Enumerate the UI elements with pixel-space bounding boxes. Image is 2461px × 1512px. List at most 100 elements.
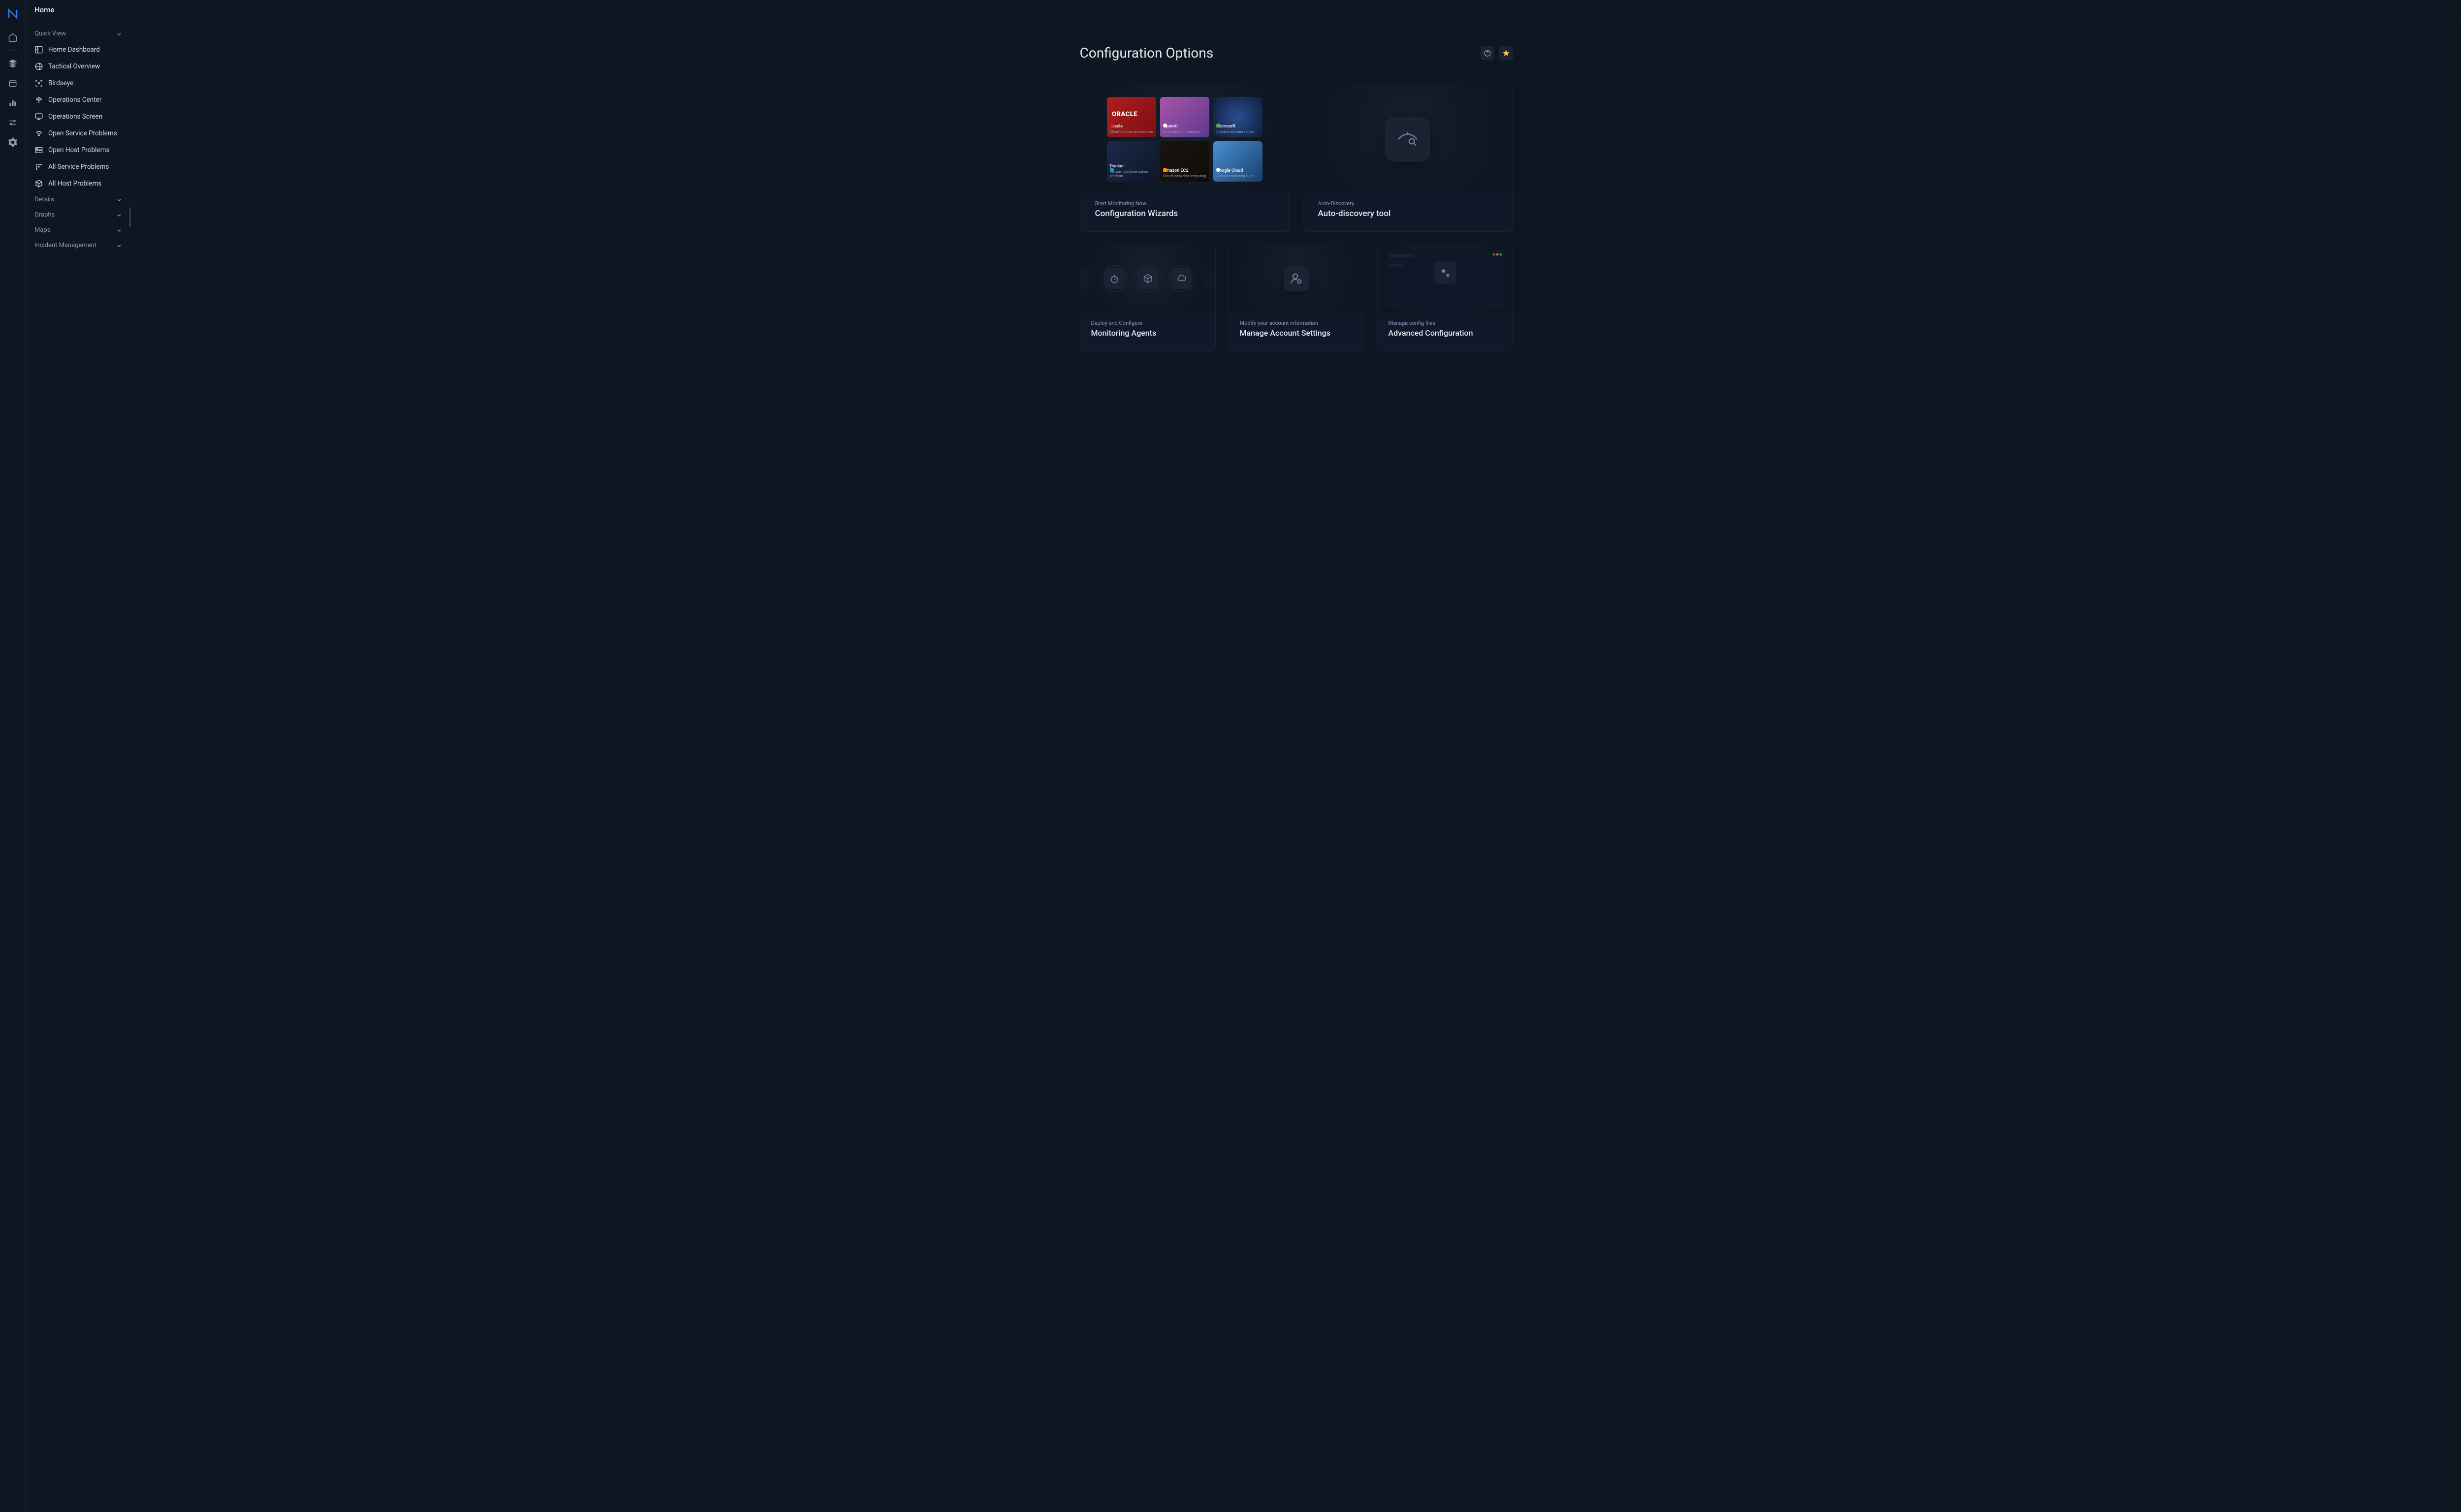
- oracle-logo-text: ORACLE: [1112, 111, 1137, 119]
- card-title: Configuration Wizards: [1080, 209, 1290, 219]
- section-details[interactable]: Details: [30, 192, 127, 207]
- scrollbar-thumb[interactable]: [129, 207, 131, 227]
- grid-dots-icon: [34, 162, 43, 171]
- section-maps[interactable]: Maps: [30, 222, 127, 238]
- sidebar-item-label: Birdseye: [48, 79, 73, 87]
- tile-name: Oracle: [1110, 124, 1153, 130]
- tile-desc: A global software vendor: [1216, 130, 1260, 134]
- card-title: Manage Account Settings: [1229, 328, 1364, 338]
- wizard-tile-docker: DockerAn open containerization platform: [1107, 141, 1156, 182]
- section-label: Graphs: [34, 211, 55, 219]
- chevron-down-icon: [116, 212, 122, 218]
- card-kicker: Deploy and Configure: [1080, 313, 1215, 328]
- sidebar-title: Home: [26, 0, 131, 20]
- card-title: Advanced Configuration: [1378, 328, 1513, 338]
- nav-charts-icon[interactable]: [4, 94, 22, 112]
- wizard-tile-gcloud: Google CloudA cloud computing suite: [1213, 141, 1262, 182]
- sidebar-item-label: Operations Screen: [48, 113, 102, 121]
- server-alert-icon: [34, 146, 43, 155]
- main-area: Configuration Options ORACLE OracleCloud …: [131, 0, 2461, 1512]
- card-title: Monitoring Agents: [1080, 328, 1215, 338]
- sidebar-item-open-service[interactable]: Open Service Problems: [30, 125, 127, 142]
- tile-name: Docker: [1110, 164, 1153, 170]
- tile-name: Microsoft: [1216, 124, 1260, 130]
- tile-desc: A cloud computing suite: [1216, 174, 1260, 179]
- icon-rail: [0, 0, 26, 1512]
- gauge-icon: [1104, 268, 1125, 289]
- tile-desc: An AI research company: [1163, 130, 1206, 134]
- card-config-wizards[interactable]: ORACLEOracleCloud platform and services …: [1080, 85, 1290, 232]
- sidebar-item-label: All Service Problems: [48, 163, 109, 171]
- card-visual: [1229, 244, 1364, 313]
- help-button[interactable]: [1481, 46, 1494, 60]
- sidebar-item-label: All Host Problems: [48, 180, 101, 188]
- nav-package-icon[interactable]: [4, 74, 22, 92]
- dashboard-icon: [34, 45, 43, 54]
- tile-desc: Cloud platform and services: [1110, 130, 1153, 134]
- gears-icon: [1434, 261, 1456, 284]
- rail-divider: [6, 50, 20, 51]
- sidebar-item-open-host[interactable]: Open Host Problems: [30, 142, 127, 158]
- sidebar: Home Quick View Home Dashboard Tactical …: [26, 0, 131, 1512]
- sidebar-item-home-dashboard[interactable]: Home Dashboard: [30, 41, 127, 58]
- sidebar-item-label: Home Dashboard: [48, 46, 100, 54]
- sidebar-item-all-host[interactable]: All Host Problems: [30, 175, 127, 192]
- section-graphs[interactable]: Graphs: [30, 207, 127, 222]
- wizard-tile-oracle: ORACLE OracleCloud platform and services: [1107, 97, 1156, 137]
- wifi-alert-icon: [34, 129, 43, 138]
- sidebar-item-ops-screen[interactable]: Operations Screen: [30, 108, 127, 125]
- nav-sliders-icon[interactable]: [4, 114, 22, 131]
- sidebar-item-label: Open Host Problems: [48, 146, 109, 154]
- page-title: Configuration Options: [1080, 45, 1214, 61]
- card-visual: [1303, 85, 1513, 193]
- card-visual: ORACLEOracleCloud platform and services …: [1080, 85, 1290, 193]
- card-advanced-config[interactable]: Manage config files Advanced Configurati…: [1377, 244, 1513, 351]
- box-icon: [34, 179, 43, 188]
- tile-name: OpenAI: [1163, 124, 1206, 130]
- chevron-down-icon: [116, 197, 122, 203]
- card-kicker: Manage config files: [1378, 313, 1513, 328]
- card-monitoring-agents[interactable]: Deploy and Configure Monitoring Agents: [1080, 244, 1216, 351]
- card-auto-discovery[interactable]: Auto-Discovery Auto-discovery tool: [1303, 85, 1513, 232]
- tile-name: Amazon EC2: [1163, 168, 1206, 174]
- brand-logo[interactable]: [7, 8, 19, 20]
- radio-icon: [34, 95, 43, 104]
- sidebar-item-all-service[interactable]: All Service Problems: [30, 158, 127, 175]
- wizard-tile-ec2: Amazon EC2Secure, resizable computing: [1160, 141, 1209, 182]
- card-kicker: Start Monitoring Now: [1080, 193, 1290, 209]
- card-account-settings[interactable]: Modify your account information Manage A…: [1229, 244, 1364, 351]
- sidebar-item-label: Tactical Overview: [48, 63, 100, 70]
- cube-icon: [1137, 268, 1158, 289]
- chevron-down-icon: [116, 227, 122, 233]
- eye-scan-icon: [1385, 117, 1430, 162]
- globe-icon: [34, 62, 43, 71]
- scan-icon: [34, 79, 43, 88]
- chevron-down-icon: [116, 243, 122, 249]
- card-visual: [1080, 244, 1215, 313]
- card-visual: [1378, 244, 1513, 313]
- wizard-tile-microsoft: MicrosoftA global software vendor: [1213, 97, 1262, 137]
- card-kicker: Modify your account information: [1229, 313, 1364, 328]
- tile-desc: Secure, resizable computing: [1163, 174, 1206, 179]
- sidebar-item-tactical[interactable]: Tactical Overview: [30, 58, 127, 75]
- sidebar-item-ops-center[interactable]: Operations Center: [30, 92, 127, 108]
- config-mock-preview: [1384, 250, 1506, 308]
- main-header-bar: [131, 0, 2461, 20]
- nav-layers-icon[interactable]: [4, 55, 22, 72]
- card-title: Auto-discovery tool: [1303, 209, 1513, 219]
- section-label: Quick View: [34, 30, 66, 37]
- section-incident[interactable]: Incident Management: [30, 238, 127, 253]
- user-gear-icon: [1284, 266, 1309, 291]
- tile-desc: An open containerization platform: [1110, 170, 1153, 179]
- monitor-icon: [34, 112, 43, 121]
- section-quick-view[interactable]: Quick View: [30, 26, 127, 41]
- nav-home-icon[interactable]: [4, 29, 22, 46]
- nav-gear-icon[interactable]: [4, 133, 22, 151]
- wizard-tile-openai: OpenAIAn AI research company: [1160, 97, 1209, 137]
- section-label: Incident Management: [34, 242, 96, 249]
- sidebar-item-label: Operations Center: [48, 96, 101, 104]
- card-kicker: Auto-Discovery: [1303, 193, 1513, 209]
- section-label: Details: [34, 196, 54, 203]
- sidebar-item-birdseye[interactable]: Birdseye: [30, 75, 127, 92]
- favorite-button[interactable]: [1499, 46, 1513, 60]
